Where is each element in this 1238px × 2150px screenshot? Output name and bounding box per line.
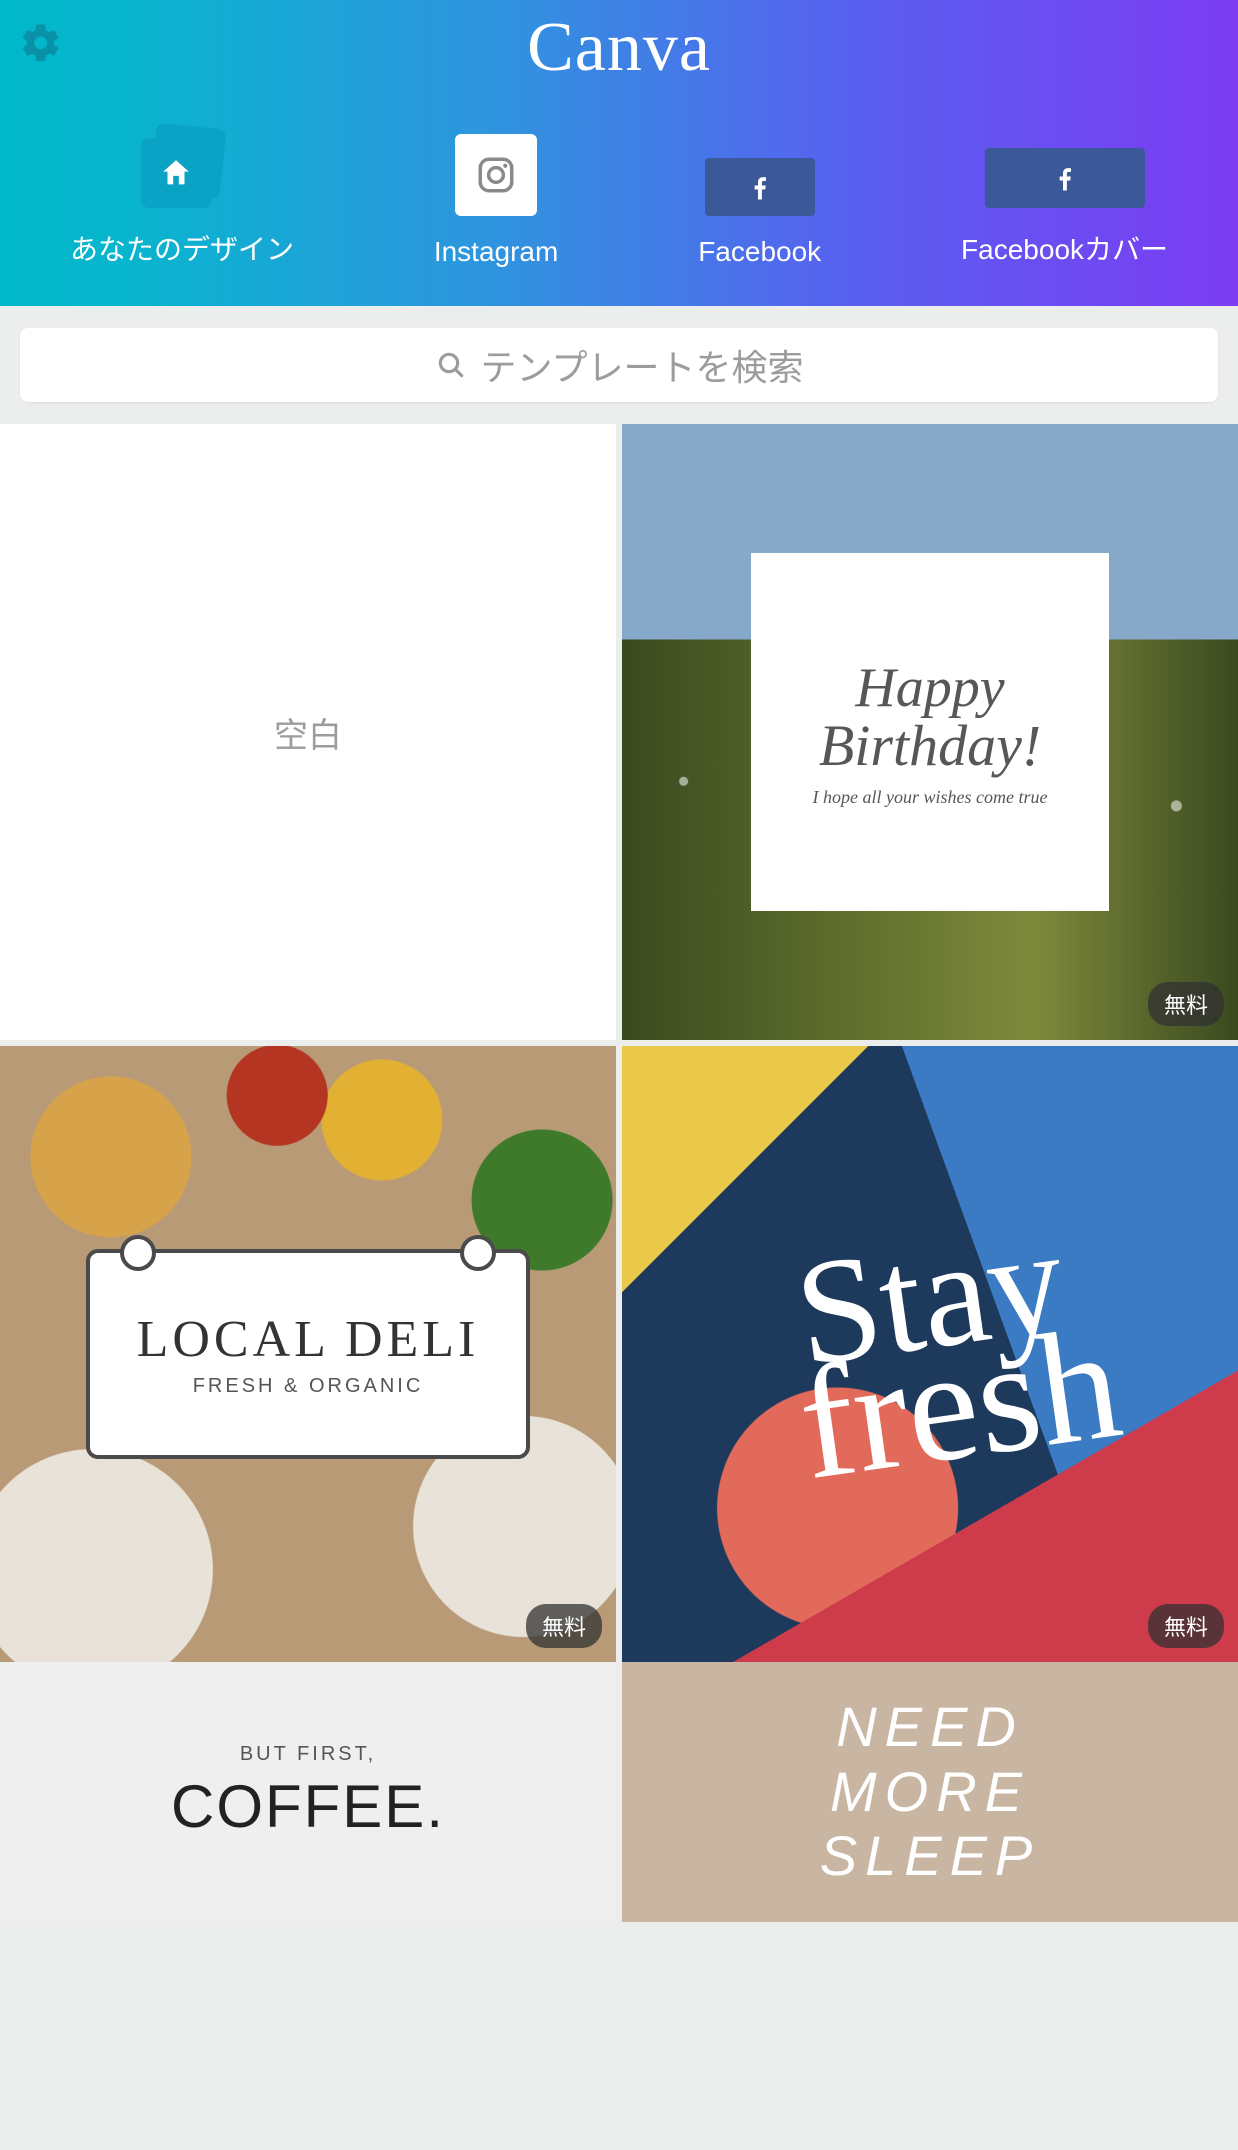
blank-label: 空白 (274, 708, 342, 757)
sleep-text: NEED MORE SLEEP (820, 1695, 1041, 1888)
tile-label: Instagram (434, 236, 559, 268)
deli-line1: LOCAL DELI (137, 1310, 480, 1369)
template-search[interactable]: テンプレートを検索 (20, 328, 1218, 402)
template-local-deli[interactable]: LOCAL DELI FRESH & ORGANIC 無料 (0, 1046, 616, 1662)
tile-facebook[interactable]: Facebook (698, 158, 821, 268)
stayfresh-line2: fresh (791, 1309, 1128, 1496)
instagram-tile-box (455, 134, 537, 216)
sleep-line3: SLEEP (820, 1824, 1041, 1888)
template-stay-fresh[interactable]: Stay fresh 無料 (622, 1046, 1238, 1662)
facebook-tile-box (705, 158, 815, 216)
template-blank[interactable]: 空白 (0, 424, 616, 1040)
your-designs-icon (141, 126, 223, 208)
coffee-overline: BUT FIRST, (240, 1743, 376, 1766)
facebook-cover-tile-box (985, 148, 1145, 208)
birthday-inner: Happy Birthday! I hope all your wishes c… (751, 553, 1108, 910)
search-section: テンプレートを検索 (0, 306, 1238, 424)
tile-instagram[interactable]: Instagram (434, 134, 559, 268)
coffee-main: COFFEE. (171, 1772, 445, 1841)
brand-logo: Canva (527, 8, 711, 88)
template-coffee[interactable]: BUT FIRST, COFFEE. (0, 1662, 616, 1922)
sleep-line2: MORE (820, 1760, 1041, 1824)
stayfresh-text: Stay fresh (770, 1230, 1090, 1479)
birthday-line2: Birthday! (819, 712, 1041, 779)
tile-your-designs[interactable]: あなたのデザイン (70, 126, 294, 268)
deli-line2: FRESH & ORGANIC (193, 1375, 424, 1398)
free-badge: 無料 (1148, 1604, 1224, 1648)
instagram-icon (475, 154, 517, 196)
tile-label: あなたのデザイン (70, 228, 294, 268)
birthday-line1: Happy (855, 656, 1004, 720)
facebook-icon (745, 172, 775, 202)
design-type-tiles: あなたのデザイン Instagram Facebook Facebookカバー (0, 126, 1238, 268)
home-icon (159, 156, 193, 190)
free-badge: 無料 (1148, 982, 1224, 1026)
tile-label: Facebookカバー (961, 228, 1168, 268)
search-icon (435, 349, 467, 381)
app-header: Canva あなたのデザイン Instagram Facebook (0, 0, 1238, 306)
sleep-line1: NEED (820, 1695, 1041, 1759)
free-badge: 無料 (526, 1604, 602, 1648)
template-grid-row3: BUT FIRST, COFFEE. NEED MORE SLEEP (0, 1662, 1238, 1922)
template-happy-birthday[interactable]: Happy Birthday! I hope all your wishes c… (622, 424, 1238, 1040)
birthday-sub: I hope all your wishes come true (813, 787, 1048, 808)
facebook-icon (1050, 163, 1080, 193)
template-need-more-sleep[interactable]: NEED MORE SLEEP (622, 1662, 1238, 1922)
gear-icon (19, 21, 63, 65)
deli-plaque: LOCAL DELI FRESH & ORGANIC (86, 1249, 530, 1458)
tile-label: Facebook (698, 236, 821, 268)
template-grid: 空白 Happy Birthday! I hope all your wishe… (0, 424, 1238, 1662)
search-placeholder: テンプレートを検索 (481, 339, 804, 391)
settings-button[interactable] (16, 18, 66, 68)
tile-facebook-cover[interactable]: Facebookカバー (961, 148, 1168, 268)
